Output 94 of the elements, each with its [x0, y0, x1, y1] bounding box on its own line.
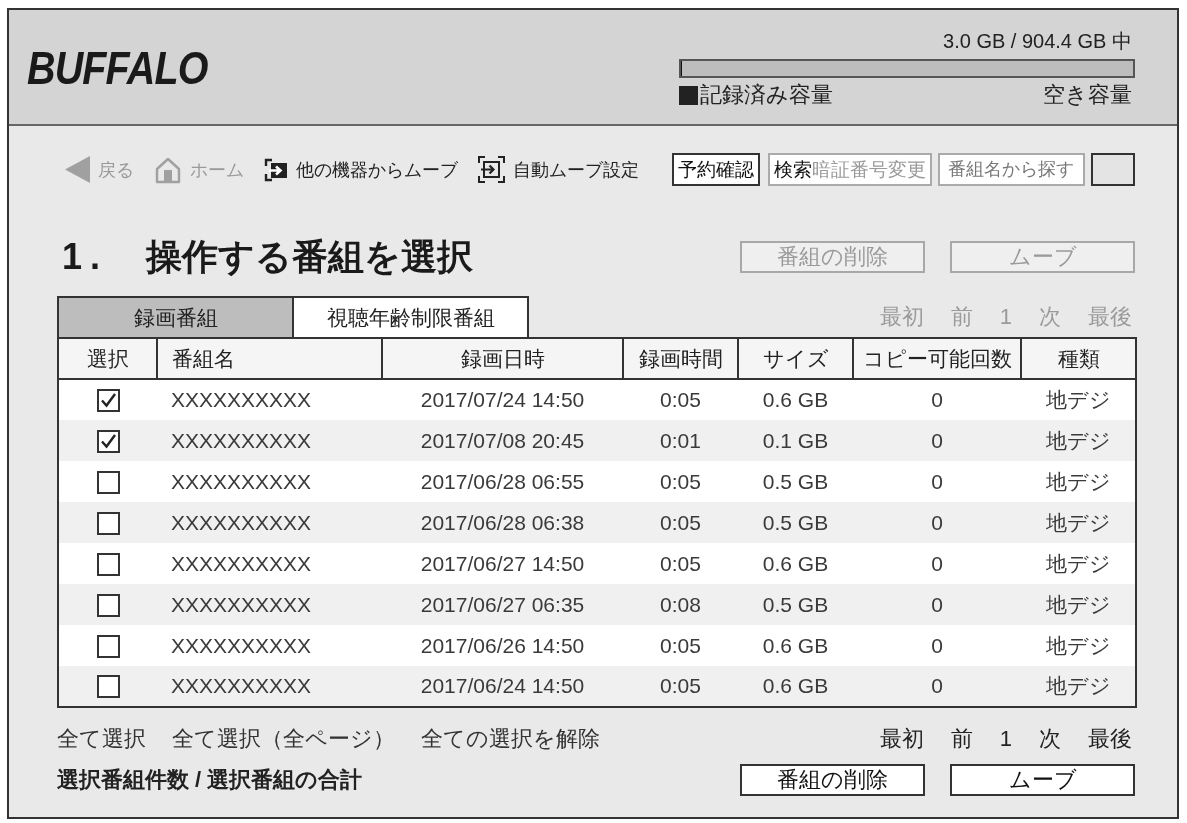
home-icon: [154, 155, 182, 184]
table-cell: 2017/06/27 06:35: [382, 584, 623, 625]
checkbox[interactable]: [96, 675, 120, 699]
table-cell: 0: [853, 666, 1021, 707]
table-cell: 地デジ: [1021, 625, 1136, 666]
table-cell: 0: [853, 502, 1021, 543]
table-cell: 0.6 GB: [738, 625, 853, 666]
table-cell: XXXXXXXXXX: [157, 584, 382, 625]
storage-usage-text: 3.0 GB / 904.4 GB 中: [943, 29, 1132, 53]
table-cell: XXXXXXXXXX: [157, 543, 382, 584]
table-cell: 0:08: [623, 584, 738, 625]
logo: BUFFALO: [27, 43, 208, 91]
table-cell: 地デジ: [1021, 461, 1136, 502]
table-cell: 0: [853, 543, 1021, 584]
used-capacity-label: 記録済み容量: [700, 84, 833, 106]
table-cell: 0:01: [623, 420, 738, 461]
table-cell: 2017/06/26 14:50: [382, 625, 623, 666]
table-cell: XXXXXXXXXX: [157, 666, 382, 707]
box-arrow-icon: [264, 157, 288, 182]
table-cell: 地デジ: [1021, 543, 1136, 584]
page-number: 1: [999, 728, 1012, 750]
table-cell: 2017/07/08 20:45: [382, 420, 623, 461]
search-field[interactable]: 番組名から探す: [938, 153, 1085, 186]
table-cell: 0:05: [623, 461, 738, 502]
column-header: コピー可能回数: [853, 338, 1021, 379]
move-from-device-link[interactable]: 他の機器からムーブ: [264, 157, 458, 182]
heading-number: 1.: [62, 239, 109, 275]
page-heading: 操作する番組を選択: [146, 239, 474, 275]
checkbox[interactable]: [96, 634, 120, 658]
checkbox[interactable]: [96, 511, 120, 535]
table-cell: 0: [853, 584, 1021, 625]
checkbox[interactable]: [96, 552, 120, 576]
table-cell: 0: [853, 420, 1021, 461]
table-cell: 0.5 GB: [738, 584, 853, 625]
table-cell: 2017/06/28 06:55: [382, 461, 623, 502]
previous-page-link[interactable]: 前: [950, 728, 973, 750]
delete-program-button[interactable]: 番組の削除: [740, 764, 925, 796]
table-cell: 0:05: [623, 666, 738, 707]
framed-arrow-icon: [478, 156, 505, 183]
checkbox[interactable]: [96, 470, 120, 494]
table-cell: 地デジ: [1021, 379, 1136, 420]
table-cell: 0: [853, 625, 1021, 666]
free-capacity-label: 空き容量: [1043, 84, 1132, 106]
tab[interactable]: 録画番組: [57, 296, 294, 337]
table-cell: 地デジ: [1021, 420, 1136, 461]
toolbar-button[interactable]: 予約確認: [672, 153, 760, 186]
table-cell: 0:05: [623, 379, 738, 420]
table-cell: 2017/07/24 14:50: [382, 379, 623, 420]
table-cell: 0: [853, 461, 1021, 502]
table-cell: 0.6 GB: [738, 379, 853, 420]
select-all-link[interactable]: 全て選択: [57, 728, 146, 750]
table-cell: 0.6 GB: [738, 666, 853, 707]
empty-button[interactable]: [1091, 153, 1135, 186]
legend-square-icon: [679, 85, 698, 105]
selection-summary: 選択番組件数 / 選択番組の合計: [57, 769, 363, 791]
auto-move-settings-link[interactable]: 自動ムーブ設定: [478, 156, 639, 183]
table-cell: 0.6 GB: [738, 543, 853, 584]
checkbox[interactable]: [96, 593, 120, 617]
table-cell: 0:05: [623, 502, 738, 543]
table-cell: XXXXXXXXXX: [157, 625, 382, 666]
table-cell: 0.5 GB: [738, 461, 853, 502]
column-header: 選択: [58, 338, 157, 379]
tab[interactable]: 視聴年齢制限番組: [292, 296, 529, 337]
select-all-pages-link[interactable]: 全て選択（全ページ）: [172, 728, 395, 750]
column-header: 録画日時: [382, 338, 623, 379]
column-header: 番組名: [157, 338, 382, 379]
table-cell: XXXXXXXXXX: [157, 379, 382, 420]
search-button[interactable]: 検索: [768, 153, 812, 186]
table-cell: XXXXXXXXXX: [157, 420, 382, 461]
clear-selection-link[interactable]: 全ての選択を解除: [421, 728, 600, 750]
table-cell: XXXXXXXXXX: [157, 461, 382, 502]
table-cell: 地デジ: [1021, 666, 1136, 707]
page-number: 1: [999, 305, 1012, 328]
table-cell: 2017/06/24 14:50: [382, 666, 623, 707]
first-page-link[interactable]: 最初: [879, 728, 924, 750]
table-cell: 0:05: [623, 543, 738, 584]
table-cell: 2017/06/27 14:50: [382, 543, 623, 584]
checkbox[interactable]: [96, 389, 120, 413]
column-header: 種類: [1021, 338, 1136, 379]
next-page-link[interactable]: 次: [1039, 728, 1061, 750]
column-header: 録画時間: [623, 338, 738, 379]
table-cell: 0:05: [623, 625, 738, 666]
table-cell: XXXXXXXXXX: [157, 502, 382, 543]
column-header: サイズ: [738, 338, 853, 379]
table-cell: 地デジ: [1021, 584, 1136, 625]
back-icon: [65, 156, 90, 183]
table-cell: 0.5 GB: [738, 502, 853, 543]
table-cell: 2017/06/28 06:38: [382, 502, 623, 543]
last-page-link[interactable]: 最後: [1088, 728, 1132, 750]
table-cell: 0: [853, 379, 1021, 420]
table-cell: 0.1 GB: [738, 420, 853, 461]
checkbox[interactable]: [96, 429, 120, 453]
table-cell: 地デジ: [1021, 502, 1136, 543]
move-button[interactable]: ムーブ: [950, 764, 1135, 796]
